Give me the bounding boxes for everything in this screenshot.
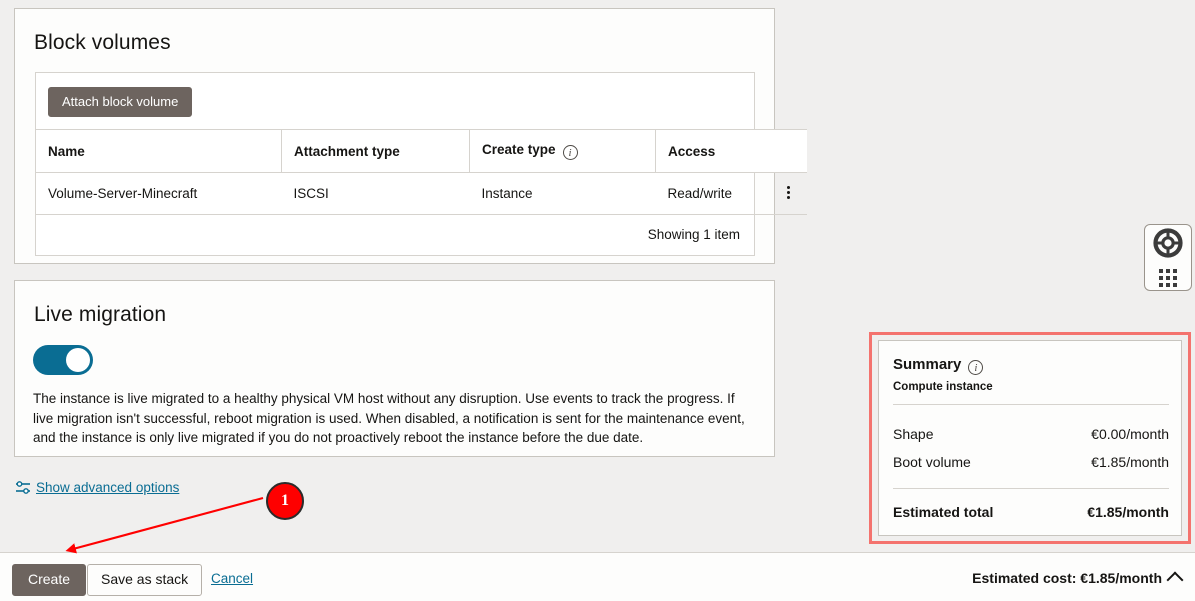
summary-total-value: €1.85/month	[1087, 504, 1169, 520]
summary-total-label: Estimated total	[893, 504, 994, 520]
toggle-knob	[66, 348, 90, 372]
table-footer-count: Showing 1 item	[647, 227, 740, 242]
annotation-badge-1: 1	[266, 482, 304, 520]
column-header-access-label: Access	[668, 143, 716, 159]
column-header-name[interactable]: Name	[36, 129, 282, 173]
block-volumes-table: Name Attachment type Create type i Access…	[36, 129, 807, 215]
cell-attachment-type: ISCSI	[281, 172, 470, 215]
column-header-attachment-type[interactable]: Attachment type	[281, 129, 470, 173]
estimated-cost-label: Estimated cost: €1.85/month	[972, 570, 1162, 586]
create-button[interactable]: Create	[12, 564, 87, 596]
show-advanced-options-label: Show advanced options	[36, 480, 180, 495]
column-header-create-type[interactable]: Create type i	[469, 129, 656, 173]
summary-row-boot-volume-value: €1.85/month	[1091, 454, 1169, 470]
annotation-badge-number: 1	[281, 492, 289, 509]
block-volumes-card: Block volumes Attach block volume Name A…	[14, 8, 807, 264]
cell-access: Read/write	[655, 172, 807, 215]
summary-info-icon[interactable]: i	[968, 360, 984, 375]
save-as-stack-button[interactable]: Save as stack	[87, 564, 203, 596]
column-header-name-label: Name	[48, 143, 85, 159]
cell-access-label: Read/write	[667, 186, 733, 201]
bottom-action-bar: Create Save as stack Cancel Estimated co…	[0, 552, 1195, 601]
summary-row-boot-volume-label: Boot volume	[893, 454, 971, 470]
live-migration-toggle[interactable]	[33, 345, 93, 375]
summary-row-estimated-total: Estimated total €1.85/month	[893, 504, 1169, 520]
sliders-icon	[15, 479, 32, 496]
summary-divider-top	[893, 404, 1169, 405]
lifebuoy-icon	[1153, 228, 1183, 263]
column-header-create-type-label: Create type	[482, 142, 556, 157]
table-header-row: Name Attachment type Create type i Access	[36, 129, 807, 173]
kebab-menu-icon[interactable]	[781, 185, 795, 202]
dots-grid-icon	[1159, 269, 1177, 287]
live-migration-title: Live migration	[34, 303, 167, 326]
attach-block-volume-button[interactable]: Attach block volume	[48, 87, 193, 117]
column-header-access[interactable]: Access	[655, 129, 807, 173]
summary-title-row: Summary i	[893, 356, 984, 375]
show-advanced-options-link[interactable]: Show advanced options	[15, 479, 179, 496]
live-migration-description: The instance is live migrated to a healt…	[33, 391, 745, 445]
block-volumes-toolbar: Attach block volume	[36, 73, 754, 129]
block-volumes-panel: Attach block volume Name Attachment type…	[35, 72, 807, 256]
help-widget[interactable]	[1144, 224, 1192, 291]
summary-divider-bottom	[893, 488, 1169, 489]
block-volumes-title: Block volumes	[34, 31, 171, 54]
summary-row-shape: Shape €0.00/month	[893, 426, 1169, 442]
summary-title: Summary	[893, 356, 962, 373]
table-row[interactable]: Volume-Server-Minecraft ISCSI Instance R…	[36, 172, 807, 215]
cell-create-type: Instance	[469, 172, 656, 215]
summary-row-shape-label: Shape	[893, 426, 934, 442]
column-header-attachment-type-label: Attachment type	[294, 143, 400, 159]
summary-row-shape-value: €0.00/month	[1091, 426, 1169, 442]
summary-subtitle: Compute instance	[893, 381, 993, 393]
cell-volume-name: Volume-Server-Minecraft	[36, 172, 282, 215]
summary-card: Summary i Compute instance Shape €0.00/mo…	[878, 340, 1182, 536]
create-type-info-icon[interactable]: i	[562, 145, 578, 160]
chevron-up-icon	[1166, 571, 1184, 589]
summary-row-boot-volume: Boot volume €1.85/month	[893, 454, 1169, 470]
estimated-cost-toggle[interactable]: Estimated cost: €1.85/month	[972, 570, 1184, 589]
cancel-link[interactable]: Cancel	[211, 571, 253, 586]
